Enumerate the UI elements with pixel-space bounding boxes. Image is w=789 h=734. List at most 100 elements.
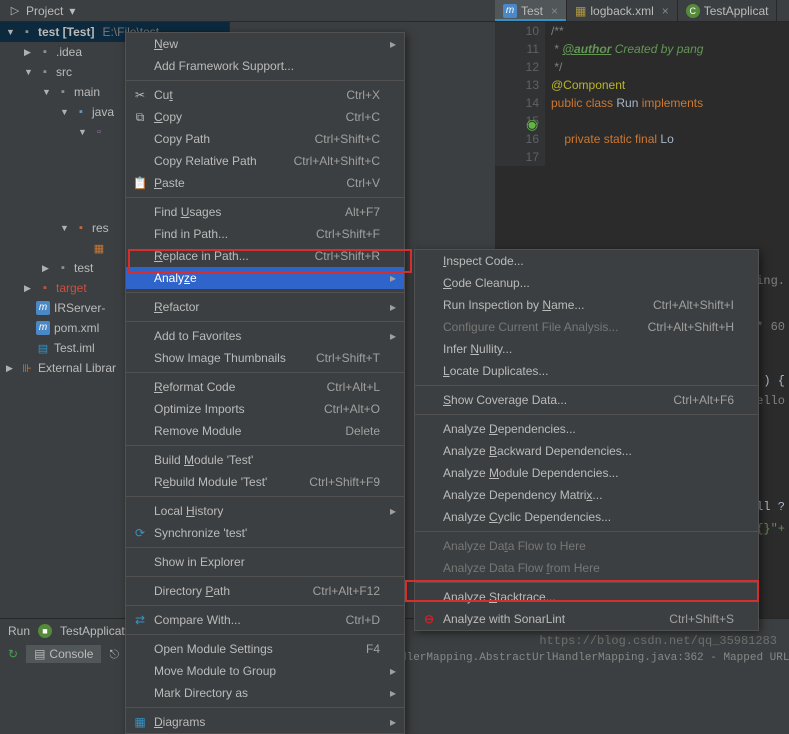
menu-item-label: Optimize Imports: [154, 402, 245, 416]
menu-item-analyze-dependencies[interactable]: Analyze Dependencies...: [415, 418, 758, 440]
menu-item-label: Analyze Cyclic Dependencies...: [443, 510, 611, 524]
menu-item-label: Analyze Data Flow to Here: [443, 539, 586, 553]
menu-item-show-in-explorer[interactable]: Show in Explorer: [126, 551, 404, 573]
menu-item-rebuild-module-test[interactable]: Rebuild Module 'Test' Ctrl+Shift+F9: [126, 471, 404, 493]
menu-item-local-history[interactable]: Local History▸: [126, 500, 404, 522]
submenu-arrow-icon: ▸: [390, 664, 396, 678]
tree-toggle-icon[interactable]: [78, 127, 88, 137]
menu-item-reformat-code[interactable]: Reformat CodeCtrl+Alt+L: [126, 376, 404, 398]
menu-item-compare-with[interactable]: ⇄Compare With...Ctrl+D: [126, 609, 404, 631]
menu-item-label: Synchronize 'test': [154, 526, 247, 540]
menu-item-paste[interactable]: 📋PasteCtrl+V: [126, 172, 404, 194]
menu-item-show-coverage-data[interactable]: Show Coverage Data...Ctrl+Alt+F6: [415, 389, 758, 411]
endpoint-icon[interactable]: ⎋: [109, 647, 119, 662]
menu-item-label: Add to Favorites: [154, 329, 241, 343]
menu-item-remove-module[interactable]: Remove ModuleDelete: [126, 420, 404, 442]
menu-item-analyze-dependency-matrix[interactable]: Analyze Dependency Matrix...: [415, 484, 758, 506]
tree-toggle-icon[interactable]: [60, 223, 70, 233]
tree-toggle-icon[interactable]: [24, 67, 34, 77]
tab-testapplication[interactable]: C TestApplicat: [678, 0, 778, 21]
maven-file-icon: m: [503, 4, 517, 18]
menu-separator: [415, 531, 758, 532]
menu-item-analyze-data-flow-from-here: Analyze Data Flow from Here: [415, 557, 758, 579]
run-config-tab[interactable]: TestApplicati: [60, 624, 127, 638]
maven-file-icon: m: [36, 321, 50, 335]
source-folder-icon: ▪: [74, 105, 88, 119]
menu-item-label: Reformat Code: [154, 380, 235, 394]
menu-item-move-module-to-group[interactable]: Move Module to Group▸: [126, 660, 404, 682]
menu-item-copy-relative-path[interactable]: Copy Relative PathCtrl+Alt+Shift+C: [126, 150, 404, 172]
tree-toggle-icon[interactable]: [60, 107, 70, 117]
menu-item-code-cleanup[interactable]: Code Cleanup...: [415, 272, 758, 294]
project-tool-window-tab[interactable]: ▷ Project ▾: [0, 2, 83, 20]
menu-item-optimize-imports[interactable]: Optimize ImportsCtrl+Alt+O: [126, 398, 404, 420]
menu-item-label: Inspect Code...: [443, 254, 524, 268]
menu-item-shortcut: Ctrl+Shift+F9: [285, 475, 380, 489]
menu-item-locate-duplicates[interactable]: Locate Duplicates...: [415, 360, 758, 382]
menu-item-label: Run Inspection by Name...: [443, 298, 584, 312]
menu-item-icon: ⊖: [421, 611, 437, 627]
tree-toggle-icon[interactable]: [6, 27, 16, 37]
menu-item-label: Add Framework Support...: [154, 59, 294, 73]
menu-item-analyze-stacktrace[interactable]: Analyze Stacktrace...: [415, 586, 758, 608]
menu-item-shortcut: Ctrl+Alt+F6: [649, 393, 734, 407]
menu-item-shortcut: Delete: [321, 424, 380, 438]
menu-item-label: Analyze: [154, 271, 197, 285]
close-icon[interactable]: ×: [551, 4, 558, 18]
console-tab[interactable]: ▤ Console: [26, 645, 101, 663]
menu-item-cut[interactable]: ✂CutCtrl+X: [126, 84, 404, 106]
status-text: dlerMapping.AbstractUrlHandlerMapping.ja…: [400, 652, 789, 664]
menu-item-run-inspection-by-name[interactable]: Run Inspection by Name... Ctrl+Alt+Shift+…: [415, 294, 758, 316]
menu-item-open-module-settings[interactable]: Open Module SettingsF4: [126, 638, 404, 660]
menu-item-build-module-test[interactable]: Build Module 'Test': [126, 449, 404, 471]
tree-toggle-icon[interactable]: [6, 363, 16, 374]
menu-item-infer-nullity[interactable]: Infer Nullity...: [415, 338, 758, 360]
menu-item-inspect-code[interactable]: Inspect Code...: [415, 250, 758, 272]
menu-item-label: Configure Current File Analysis...: [443, 320, 618, 334]
tab-logback[interactable]: ▦ logback.xml ×: [567, 0, 678, 21]
menu-item-find-usages[interactable]: Find UsagesAlt+F7: [126, 201, 404, 223]
dropdown-icon: ▾: [69, 4, 75, 18]
menu-item-analyze-backward-dependencies[interactable]: Analyze Backward Dependencies...: [415, 440, 758, 462]
menu-item-mark-directory-as[interactable]: Mark Directory as▸: [126, 682, 404, 704]
menu-item-directory-path[interactable]: Directory PathCtrl+Alt+F12: [126, 580, 404, 602]
menu-item-label: Mark Directory as: [154, 686, 248, 700]
maven-file-icon: m: [36, 301, 50, 315]
tree-toggle-icon[interactable]: [24, 283, 34, 294]
menu-item-show-image-thumbnails[interactable]: Show Image ThumbnailsCtrl+Shift+T: [126, 347, 404, 369]
menu-item-analyze-module-dependencies[interactable]: Analyze Module Dependencies...: [415, 462, 758, 484]
tab-test[interactable]: m Test ×: [495, 0, 567, 21]
menu-item-shortcut: Ctrl+Alt+Shift+I: [629, 298, 734, 312]
menu-item-icon: 📋: [132, 175, 148, 191]
menu-item-new[interactable]: New▸: [126, 33, 404, 55]
menu-item-label: Code Cleanup...: [443, 276, 530, 290]
menu-item-label: Rebuild Module 'Test': [154, 475, 267, 489]
tree-toggle-icon[interactable]: [42, 87, 52, 97]
code-area[interactable]: /** * @author Created by pang */ @Compon…: [545, 22, 789, 148]
menu-item-copy[interactable]: ⧉CopyCtrl+C: [126, 106, 404, 128]
editor-tabs: m Test × ▦ logback.xml × C TestApplicat: [495, 0, 789, 22]
gutter-run-icon[interactable]: ◉: [526, 116, 538, 133]
project-label: Project: [26, 4, 63, 18]
menu-item-find-in-path[interactable]: Find in Path...Ctrl+Shift+F: [126, 223, 404, 245]
menu-item-replace-in-path[interactable]: Replace in Path...Ctrl+Shift+R: [126, 245, 404, 267]
rerun-icon[interactable]: ↻: [8, 647, 18, 661]
menu-item-add-framework-support[interactable]: Add Framework Support...: [126, 55, 404, 77]
menu-item-copy-path[interactable]: Copy PathCtrl+Shift+C: [126, 128, 404, 150]
menu-item-refactor[interactable]: Refactor▸: [126, 296, 404, 318]
tree-toggle-icon[interactable]: [24, 47, 34, 58]
menu-item-shortcut: Ctrl+Shift+T: [292, 351, 380, 365]
menu-item-diagrams[interactable]: ▦Diagrams▸: [126, 711, 404, 733]
menu-item-analyze[interactable]: Analyze▸: [126, 267, 404, 289]
menu-item-synchronize-test[interactable]: ⟳Synchronize 'test': [126, 522, 404, 544]
menu-item-analyze-cyclic-dependencies[interactable]: Analyze Cyclic Dependencies...: [415, 506, 758, 528]
menu-item-analyze-with-sonarlint[interactable]: ⊖Analyze with SonarLintCtrl+Shift+S: [415, 608, 758, 630]
menu-item-add-to-favorites[interactable]: Add to Favorites▸: [126, 325, 404, 347]
close-icon[interactable]: ×: [662, 4, 669, 18]
menu-separator: [126, 496, 404, 497]
tree-toggle-icon[interactable]: [42, 263, 52, 274]
resources-folder-icon: ▪: [74, 221, 88, 235]
watermark: https://blog.csdn.net/qq_35981283: [539, 634, 777, 648]
menu-item-label: Show in Explorer: [154, 555, 245, 569]
class-file-icon: C: [686, 4, 700, 18]
